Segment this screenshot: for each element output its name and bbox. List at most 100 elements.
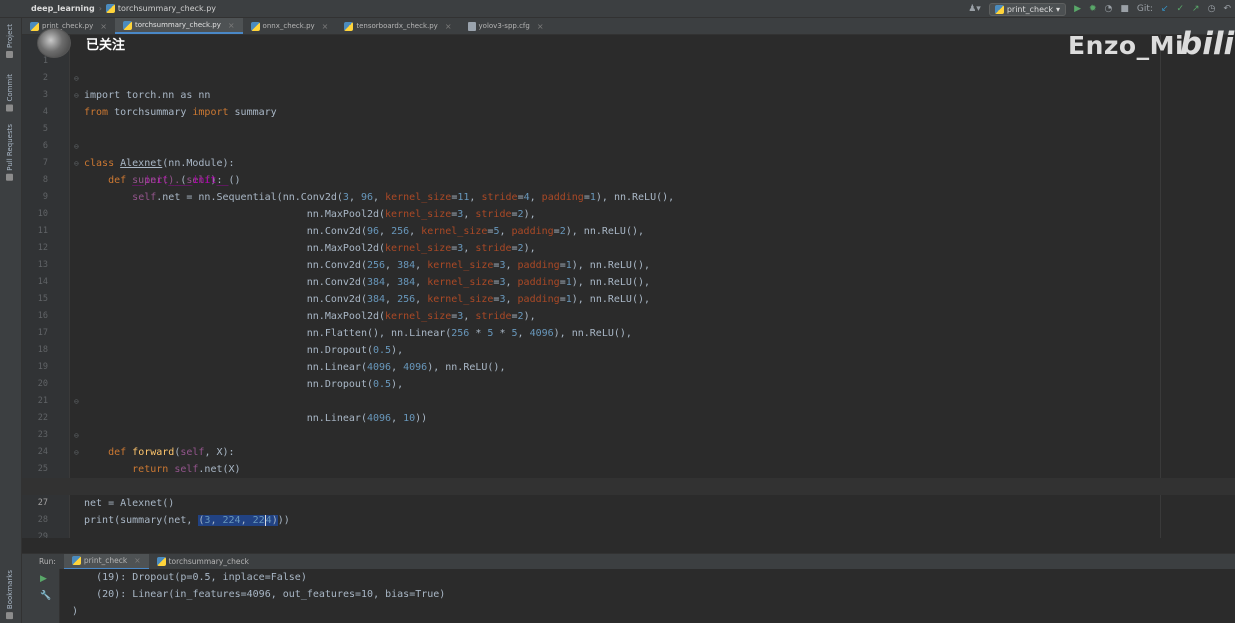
tab-label: tensorboardx_check.py <box>356 22 438 30</box>
bookmarks-tool-tab[interactable]: Bookmarks <box>3 570 17 620</box>
user-icon[interactable]: ♟▾ <box>968 4 981 14</box>
bookmark-icon <box>6 612 14 620</box>
breadcrumb-file-label: torchsummary_check.py <box>117 4 217 13</box>
close-icon[interactable]: × <box>228 21 235 30</box>
run-config-dropdown[interactable]: print_check ▾ <box>988 2 1067 16</box>
stop-icon[interactable]: ■ <box>1120 4 1129 14</box>
tab-onnx-check[interactable]: onnx_check.py × <box>243 18 337 34</box>
code-line[interactable]: 6 ⊖ def __init__(self): <box>22 121 1235 186</box>
console-line: (19): Dropout(p=0.5, inplace=False) <box>60 572 307 583</box>
code-line[interactable]: 23 ⊖ return self.net(X) <box>22 410 1235 475</box>
run-tab-label: print_check <box>83 556 128 565</box>
wrench-icon[interactable]: 🔧 <box>40 591 51 601</box>
run-actions-strip: ▶ ↑ 🔧 ↓ ≡ <box>22 569 68 623</box>
code-line[interactable]: 16 nn.Flatten(), nn.Linear(256 * 5 * 5, … <box>22 291 1235 339</box>
close-icon[interactable]: × <box>537 22 544 31</box>
git-commit-icon[interactable]: ✓ <box>1177 4 1185 14</box>
debug-icon[interactable]: ✹ <box>1089 4 1097 14</box>
tab-torchsummary-check[interactable]: torchsummary_check.py × <box>114 18 243 34</box>
rerun-icon[interactable]: ▶ <box>40 574 47 584</box>
code-line[interactable]: 17 nn.Dropout(0.5), <box>22 308 1235 356</box>
close-icon[interactable]: × <box>445 22 452 31</box>
pull-request-icon <box>6 173 14 181</box>
tab-label: torchsummary_check.py <box>134 21 221 29</box>
code-line[interactable]: 4 <box>22 87 1235 117</box>
code-editor[interactable]: 1 ⊖ import torch.nn as nn 2 ⊖ from torch… <box>22 35 1235 538</box>
tab-label: yolov3-spp.cfg <box>478 22 530 30</box>
code-line[interactable]: 2 ⊖ from torchsummary import summary <box>22 53 1235 118</box>
run-icon[interactable]: ▶ <box>1074 4 1081 14</box>
tab-tensorboardx-check[interactable]: tensorboardx_check.py × <box>336 18 459 34</box>
left-tool-strip: Project Commit Pull Requests Bookmarks <box>0 18 22 623</box>
console-line: (20): Linear(in_features=4096, out_featu… <box>60 589 446 600</box>
project-tool-tab[interactable]: Project <box>3 24 17 58</box>
commit-tool-tab[interactable]: Commit <box>3 74 17 112</box>
title-bar: deep_learning › torchsummary_check.py ♟▾… <box>0 0 1235 18</box>
code-line[interactable]: 29 <box>22 512 1235 538</box>
code-line[interactable]: 3 <box>22 70 1235 100</box>
code-line[interactable]: 26 net = Alexnet() <box>22 461 1235 509</box>
tab-label: onnx_check.py <box>262 22 315 30</box>
config-file-icon <box>467 21 476 31</box>
editor-tabs: print_check.py × torchsummary_check.py ×… <box>22 18 1235 35</box>
console-line: ) <box>60 606 79 617</box>
python-file-icon <box>71 556 81 565</box>
current-code-line[interactable]: 27 print(summary(net, (3, 224, 224))) <box>22 478 1235 526</box>
history-icon[interactable]: ◷ <box>1208 4 1216 14</box>
git-update-icon[interactable]: ↙ <box>1161 4 1169 14</box>
code-line[interactable]: 25 <box>22 444 1235 474</box>
tab-yolov3-cfg[interactable]: yolov3-spp.cfg × <box>460 18 552 34</box>
python-file-icon <box>250 21 260 31</box>
code-line[interactable]: 9 nn.MaxPool2d(kernel_size=3, stride=2), <box>22 172 1235 220</box>
pull-requests-tool-label: Pull Requests <box>6 124 14 171</box>
run-console-output[interactable]: (19): Dropout(p=0.5, inplace=False) (20)… <box>60 569 1235 623</box>
python-file-icon <box>344 21 354 31</box>
code-line[interactable]: 22 ⊖ def forward(self, X): <box>22 393 1235 458</box>
toolbar-right: ♟▾ print_check ▾ ▶ ✹ ◔ ■ Git: ↙ ✓ ↗ ◷ ↶ <box>968 0 1235 18</box>
run-tab-print-check[interactable]: print_check × <box>63 553 149 570</box>
code-line[interactable]: 10 nn.Conv2d(96, 256, kernel_size=5, pad… <box>22 189 1235 237</box>
code-line[interactable]: 20 ⊖ nn.Linear(4096, 10)) <box>22 359 1235 424</box>
code-line[interactable]: 12 nn.Conv2d(256, 384, kernel_size=3, pa… <box>22 223 1235 271</box>
avatar <box>37 28 71 58</box>
close-icon[interactable]: × <box>322 22 329 31</box>
bilibili-logo: bili <box>1180 26 1235 62</box>
breadcrumb-separator: › <box>98 4 102 13</box>
bookmarks-tool-label: Bookmarks <box>6 570 14 610</box>
rollback-icon[interactable]: ↶ <box>1223 4 1231 14</box>
line-number: 29 <box>37 532 48 538</box>
breadcrumb-file[interactable]: torchsummary_check.py <box>105 4 217 13</box>
close-icon[interactable]: × <box>134 556 140 565</box>
run-tab-label: torchsummary_check <box>168 557 249 566</box>
code-line[interactable]: 19 nn.Dropout(0.5), <box>22 342 1235 390</box>
code-line[interactable]: 14 nn.Conv2d(384, 256, kernel_size=3, pa… <box>22 257 1235 305</box>
python-file-icon <box>122 20 132 30</box>
tab-print-check[interactable]: print_check.py × <box>22 18 115 34</box>
commit-icon <box>6 104 14 112</box>
git-label: Git: <box>1136 4 1153 14</box>
run-tab-torchsummary-check[interactable]: torchsummary_check <box>149 554 257 570</box>
pull-requests-tool-tab[interactable]: Pull Requests <box>3 124 17 181</box>
code-line[interactable]: 24 <box>22 427 1235 457</box>
watermark: Enzo_Mi <box>1068 31 1185 60</box>
python-file-icon <box>105 4 115 13</box>
project-name[interactable]: deep_learning <box>31 4 95 13</box>
git-push-icon[interactable]: ↗ <box>1192 4 1200 14</box>
code-line[interactable]: 7 super().__init__() <box>22 138 1235 186</box>
code-line[interactable]: 13 nn.Conv2d(384, 384, kernel_size=3, pa… <box>22 240 1235 288</box>
code-line[interactable]: 5 ⊖ class Alexnet(nn.Module): <box>22 104 1235 169</box>
chevron-down-icon: ▾ <box>1056 4 1061 14</box>
code-line[interactable]: 1 ⊖ import torch.nn as nn <box>22 36 1235 101</box>
close-icon[interactable]: × <box>100 22 107 31</box>
code-line[interactable]: 21 <box>22 376 1235 406</box>
run-tool-bar: Run: print_check × torchsummary_check <box>22 553 1235 570</box>
coverage-icon[interactable]: ◔ <box>1105 4 1113 14</box>
code-line[interactable]: 18 nn.Linear(4096, 4096), nn.ReLU(), <box>22 325 1235 373</box>
run-label: Run: <box>39 557 56 566</box>
folder-icon <box>6 50 14 58</box>
code-line[interactable]: 8 self.net = nn.Sequential(nn.Conv2d(3, … <box>22 155 1235 203</box>
code-line[interactable]: 11 nn.MaxPool2d(kernel_size=3, stride=2)… <box>22 206 1235 254</box>
code-line[interactable]: 15 nn.MaxPool2d(kernel_size=3, stride=2)… <box>22 274 1235 322</box>
code-line[interactable]: 28 <box>22 495 1235 525</box>
run-config-label: print_check <box>1006 4 1054 14</box>
